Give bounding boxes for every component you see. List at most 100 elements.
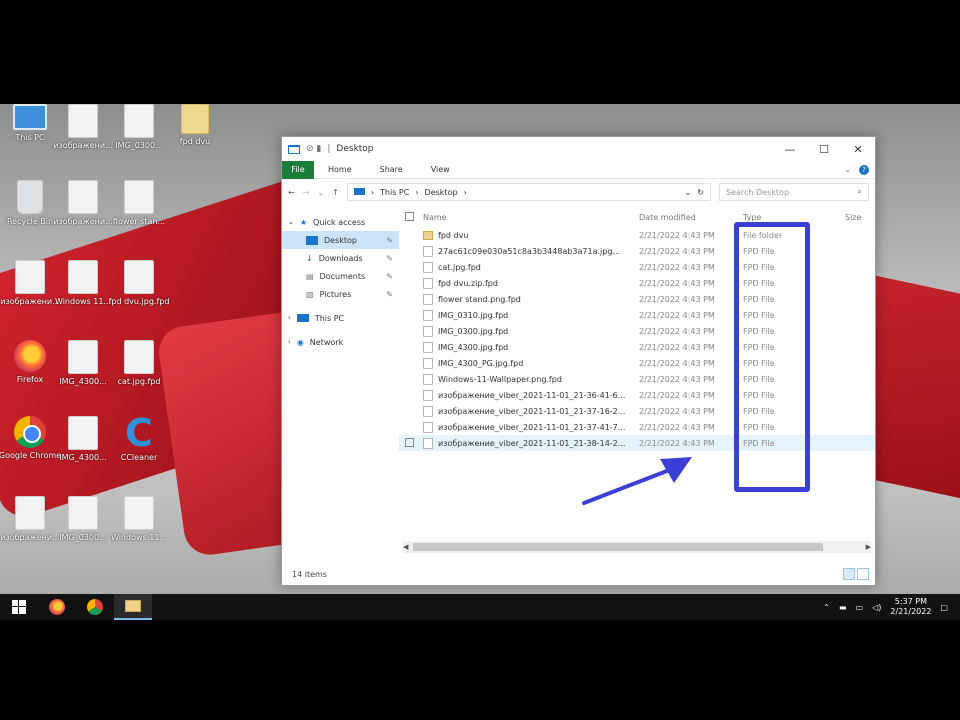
forward-button[interactable]: → [303,188,310,197]
volume-icon[interactable]: ◁) [872,603,881,612]
minimize-button[interactable]: — [773,143,807,156]
file-name: изображение_viber_2021-11-01_21-38-14-2.… [438,438,626,448]
taskbar-chrome[interactable] [76,594,114,620]
up-button[interactable]: ↑ [332,188,339,197]
row-checkbox[interactable] [405,437,419,449]
scroll-left-icon[interactable]: ◀ [403,543,408,551]
desktop-icon-label: cat.jpg.fpd [117,377,161,386]
chrome-icon [87,599,103,615]
file-icon [68,340,98,374]
start-button[interactable] [0,594,38,620]
desktop-icon-item[interactable]: Windows 11... [104,496,174,543]
file-name: fpd dvu [438,230,469,240]
scroll-right-icon[interactable]: ▶ [866,543,871,551]
breadcrumb[interactable]: › This PC › Desktop › ⌄ ↻ [346,183,711,201]
nav-this-pc[interactable]: › This PC [282,309,399,327]
close-button[interactable]: ✕ [841,143,875,156]
nav-documents[interactable]: ▤ Documents ✎ [282,267,399,285]
tab-share[interactable]: Share [366,165,417,174]
scrollbar-thumb[interactable] [413,543,823,551]
file-date: 2/21/2022 4:43 PM [639,422,715,432]
breadcrumb-separator: › [370,187,375,197]
desktop-icon-item[interactable]: fpd dvu.jpg.fpd [104,260,174,307]
folder-icon [181,104,209,134]
this-pc-icon [296,313,309,322]
help-button[interactable]: ? [859,164,869,175]
taskbar-file-explorer[interactable] [114,594,152,620]
search-icon: ⌕ [857,187,862,196]
maximize-button[interactable]: ☐ [807,143,841,156]
details-view-icon[interactable] [843,568,855,580]
file-icon [15,496,45,530]
desktop-icon-item[interactable]: fpd dvu [160,104,230,147]
file-date: 2/21/2022 4:43 PM [639,326,715,336]
file-icon [423,261,433,273]
file-date: 2/21/2022 4:43 PM [639,262,715,272]
desktop-icon-item[interactable]: C CCleaner [104,414,174,463]
title-bar[interactable]: ⊘ ▮ | Desktop — ☐ ✕ [282,137,875,161]
tab-home[interactable]: Home [314,165,366,174]
nav-desktop[interactable]: Desktop ✎ [282,231,399,249]
file-name: IMG_0300.jpg.fpd [438,326,509,336]
expand-ribbon-icon[interactable]: ⌄ [844,165,851,174]
desktop-icon-label: flower stan... [112,217,166,226]
recent-locations-icon[interactable]: ⌄ [317,188,324,197]
dropdown-icon[interactable]: ⌄ [685,188,692,197]
refresh-icon[interactable]: ↻ [697,188,704,197]
file-icon [68,104,98,138]
tab-file[interactable]: File [282,160,314,179]
chevron-down-icon[interactable]: ⌄ [288,218,294,226]
chevron-right-icon[interactable]: › [288,314,291,322]
chevron-up-icon[interactable]: ⌃ [823,603,830,612]
taskbar-firefox[interactable] [38,594,76,620]
clock[interactable]: 5:37 PM 2/21/2022 [890,597,931,617]
breadcrumb-desktop[interactable]: Desktop [425,188,458,197]
file-name-cell: изображение_viber_2021-11-01_21-37-16-2.… [419,405,639,417]
desktop: This PC изображени... IMG_0300... fpd dvu Re… [0,104,960,620]
file-icon [124,340,154,374]
firefox-icon [14,340,46,372]
column-type[interactable]: Type [743,213,845,222]
column-date-modified[interactable]: Date modified [639,213,743,222]
nav-network[interactable]: › ◉ Network [282,333,399,351]
file-icon [423,325,433,337]
nav-quick-access[interactable]: ⌄ ★ Quick access [282,213,399,231]
breadcrumb-this-pc[interactable]: This PC [380,188,409,197]
file-date: 2/21/2022 4:43 PM [639,230,715,240]
nav-label: This PC [314,313,345,323]
file-name-cell: 27ac61c09e030a51c8a3b3448ab3a71a.jpg... [419,245,639,257]
file-date: 2/21/2022 4:43 PM [639,342,715,352]
desktop-icon-label: fpd dvu [179,137,211,146]
nav-downloads[interactable]: ↓ Downloads ✎ [282,249,399,267]
battery-icon[interactable]: ▬ [839,603,847,612]
pin-icon[interactable]: ✎ [386,290,393,299]
file-name-cell: IMG_4300_PG.jpg.fpd [419,357,639,369]
horizontal-scrollbar[interactable]: ◀ ▶ [403,541,871,553]
nav-label: Quick access [313,217,366,227]
network-tray-icon[interactable]: ▭ [856,603,864,612]
item-count: 14 items [292,569,327,579]
column-size[interactable]: Size [845,213,875,222]
back-button[interactable]: ← [288,188,295,197]
file-name-cell: IMG_0310.jpg.fpd [419,309,639,321]
file-date: 2/21/2022 4:43 PM [639,374,715,384]
pin-icon[interactable]: ✎ [386,236,393,245]
window-title: Desktop [336,144,374,154]
navigation-pane: ⌄ ★ Quick access Desktop ✎ ↓ Downloads ✎ [282,207,399,563]
file-icon [124,260,154,294]
pin-icon[interactable]: ✎ [386,254,393,263]
nav-pictures[interactable]: ▧ Pictures ✎ [282,285,399,303]
chevron-right-icon[interactable]: › [288,338,291,346]
pin-icon[interactable]: ✎ [386,272,393,281]
file-icon [423,245,433,257]
column-name[interactable]: Name [419,213,639,222]
search-input[interactable]: Search Desktop ⌕ [719,183,869,201]
desktop-icon-item[interactable]: flower stan... [104,180,174,227]
file-name: Windows-11-Wallpaper.png.fpd [438,374,562,384]
notifications-icon[interactable]: ▢ [940,603,948,612]
select-all-checkbox[interactable] [405,211,419,223]
desktop-icon-item[interactable]: cat.jpg.fpd [104,340,174,387]
large-icons-view-icon[interactable] [857,568,869,580]
tab-view[interactable]: View [417,165,464,174]
quick-access-toolbar-icon[interactable]: ⊘ ▮ [306,144,321,154]
